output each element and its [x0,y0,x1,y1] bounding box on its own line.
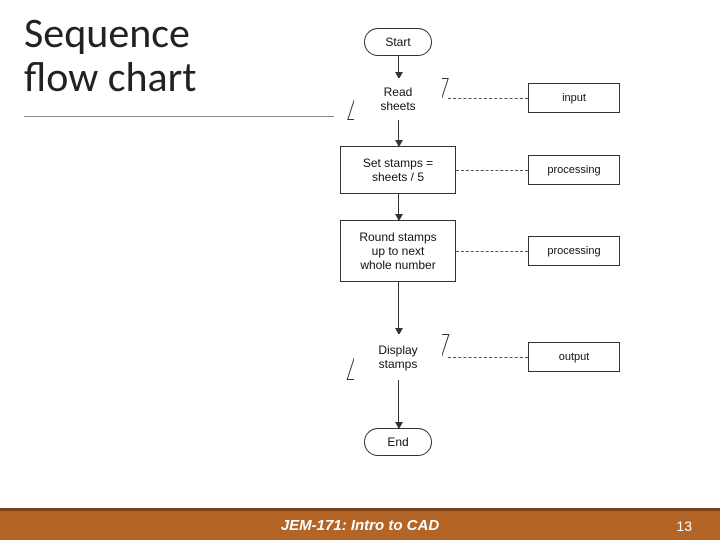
flow-end: End [364,428,432,456]
flow-round: Round stamps up to next whole number [340,220,456,282]
flowchart-canvas: Start Read sheets Set stamps = sheets / … [0,0,720,540]
flow-start: Start [364,28,432,56]
arrow-round-to-display [398,282,399,334]
annot-output: output [528,342,620,372]
annot-proc1: processing [528,155,620,185]
footer-bar: JEM-171: Intro to CAD 13 [0,508,720,540]
flow-calc: Set stamps = sheets / 5 [340,146,456,194]
arrow-calc-to-round [398,194,399,220]
dash-calc-proc [456,170,528,171]
arrow-read-to-calc [398,120,399,146]
flow-start-label: Start [385,35,410,49]
footer-page-number: 13 [439,518,720,534]
flow-calc-label: Set stamps = sheets / 5 [363,156,433,184]
annot-output-label: output [559,351,590,363]
flow-display-label: Display stamps [378,343,417,371]
arrow-display-to-end [398,380,399,428]
annot-input-label: input [562,92,586,104]
flow-end-label: End [387,435,408,449]
flow-display: Display stamps [354,334,442,380]
dash-read-input [448,98,528,99]
footer-course: JEM-171: Intro to CAD [281,517,439,534]
dash-display-output [448,357,528,358]
dash-round-proc [456,251,528,252]
flow-read-label: Read sheets [380,85,415,113]
arrow-start-to-read [398,56,399,78]
flow-read: Read sheets [354,78,442,120]
annot-proc2-label: processing [547,245,600,257]
annot-proc1-label: processing [547,164,600,176]
annot-proc2: processing [528,236,620,266]
annot-input: input [528,83,620,113]
flow-round-label: Round stamps up to next whole number [359,230,436,272]
